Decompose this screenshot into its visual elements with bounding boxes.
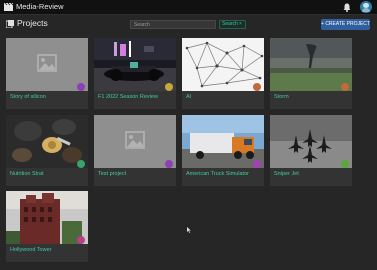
project-card[interactable]: American Truck Simulator <box>182 115 264 186</box>
project-card[interactable]: Hollywood Tower <box>6 191 88 262</box>
project-thumbnail <box>270 115 352 168</box>
project-thumbnail <box>182 115 264 168</box>
search-button-label: Search <box>222 21 238 27</box>
project-name[interactable]: Storm <box>274 94 289 101</box>
project-status-badge <box>165 160 173 168</box>
clapperboard-icon <box>4 3 13 11</box>
project-status-badge <box>77 236 85 244</box>
project-card[interactable]: Nutrition Strat <box>6 115 88 186</box>
project-name[interactable]: Hollywood Tower <box>10 247 51 254</box>
network-graph-photo-image <box>182 38 264 91</box>
tornado-photo-image <box>270 38 352 91</box>
f1-car-photo-image <box>94 38 176 91</box>
clear-search-icon[interactable]: × <box>239 21 242 28</box>
jets-photo-image <box>270 115 352 168</box>
project-name[interactable]: Sniper Jet <box>274 171 299 178</box>
page-title: Projects <box>17 18 48 28</box>
create-project-button[interactable]: + CREATE PROJECT <box>321 19 370 30</box>
user-avatar[interactable] <box>360 1 372 13</box>
bell-icon[interactable] <box>343 3 351 12</box>
project-name[interactable]: Nutrition Strat <box>10 171 44 178</box>
project-status-badge <box>77 83 85 91</box>
image-placeholder-icon <box>37 54 57 72</box>
project-name[interactable]: Story of silicon <box>10 94 46 101</box>
project-status-badge <box>165 83 173 91</box>
project-thumbnail <box>94 115 176 168</box>
projects-icon <box>6 20 14 28</box>
project-card[interactable]: Story of silicon <box>6 38 88 109</box>
image-placeholder-icon <box>125 131 145 149</box>
mouse-cursor-icon <box>187 227 191 233</box>
app-title: Media-Review <box>16 2 64 11</box>
project-card[interactable]: Sniper Jet <box>270 115 352 186</box>
nuts-photo-image <box>6 115 88 168</box>
project-name[interactable]: F1 2022 Season Review <box>98 94 158 101</box>
project-name[interactable]: Test project <box>98 171 126 178</box>
search-button[interactable]: Search × <box>219 20 246 29</box>
project-name[interactable]: AI <box>186 94 191 101</box>
project-card[interactable]: Test project <box>94 115 176 186</box>
truck-photo-image <box>182 115 264 168</box>
project-status-badge <box>341 83 349 91</box>
project-card[interactable]: AI <box>182 38 264 109</box>
project-card[interactable]: F1 2022 Season Review <box>94 38 176 109</box>
project-status-badge <box>341 160 349 168</box>
project-card[interactable]: Storm <box>270 38 352 109</box>
project-thumbnail <box>270 38 352 91</box>
tower-photo-image <box>6 191 88 244</box>
project-status-badge <box>253 160 261 168</box>
search-input[interactable] <box>130 20 216 29</box>
top-bar: Media-Review <box>0 0 377 15</box>
project-thumbnail <box>6 115 88 168</box>
project-status-badge <box>77 160 85 168</box>
project-thumbnail <box>6 38 88 91</box>
project-status-badge <box>253 83 261 91</box>
project-name[interactable]: American Truck Simulator <box>186 171 249 178</box>
project-thumbnail <box>6 191 88 244</box>
project-thumbnail <box>182 38 264 91</box>
project-thumbnail <box>94 38 176 91</box>
